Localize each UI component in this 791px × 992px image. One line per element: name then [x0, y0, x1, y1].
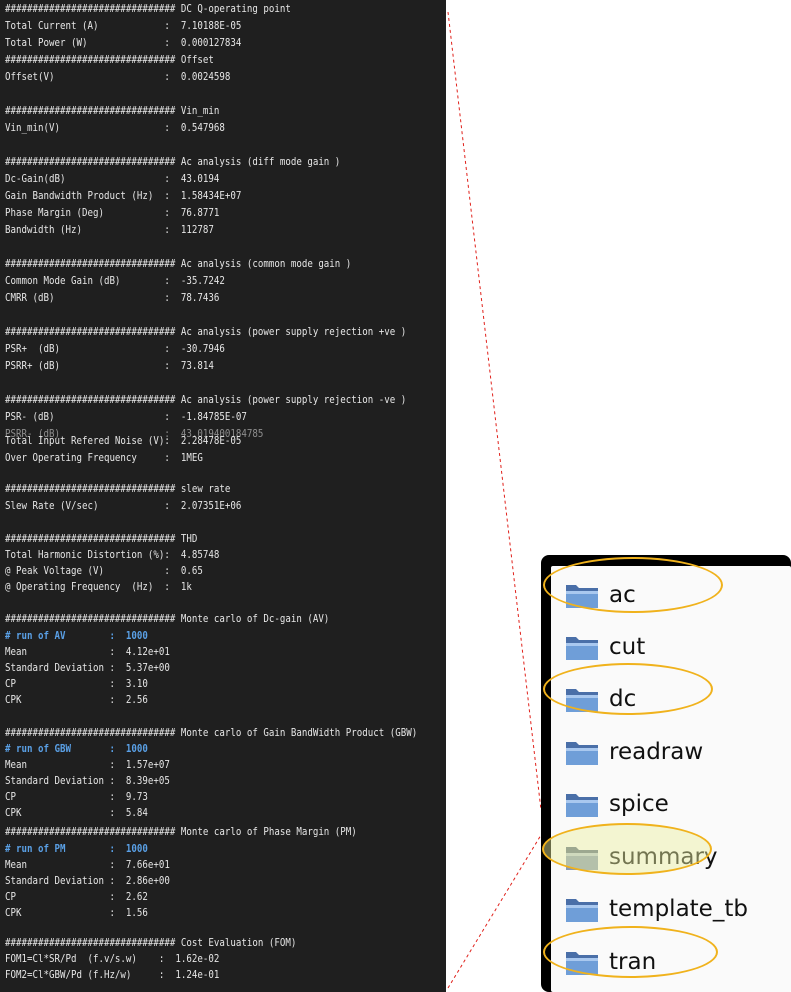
section-header: ############################### Offset — [5, 53, 214, 66]
result-line: CMRR (dB) : 78.7436 — [5, 291, 220, 304]
result-line: Vin_min(V) : 0.547968 — [5, 121, 225, 134]
result-line: CP : 2.62 — [5, 890, 148, 903]
result-line: Mean : 4.12e+01 — [5, 645, 170, 658]
folder-item-readraw[interactable]: readraw — [565, 735, 703, 769]
result-line: PSR- (dB) : -1.84785E-07 — [5, 410, 247, 423]
result-line: Mean : 7.66e+01 — [5, 858, 170, 871]
result-line: # run of PM : 1000 — [5, 842, 148, 855]
folder-label: ac — [609, 582, 636, 608]
result-line: Total Harmonic Distortion (%): 4.85748 — [5, 548, 220, 561]
section-header: ############################### Monte ca… — [5, 726, 418, 739]
section-header: ############################### Ac analy… — [5, 393, 407, 406]
result-line: Standard Deviation : 8.39e+05 — [5, 774, 170, 787]
result-line: @ Peak Voltage (V) : 0.65 — [5, 564, 203, 577]
result-line: PSR+ (dB) : -30.7946 — [5, 342, 225, 355]
section-header: ############################### Ac analy… — [5, 155, 341, 168]
section-header: ############################### Monte ca… — [5, 612, 330, 625]
result-line: # run of GBW : 1000 — [5, 742, 148, 755]
result-line: CPK : 2.56 — [5, 693, 148, 706]
folder-icon — [565, 947, 599, 977]
folder-icon — [565, 737, 599, 767]
folder-item-tran[interactable]: tran — [565, 945, 656, 979]
terminal-output: ############################### DC Q-ope… — [0, 0, 446, 992]
section-header: ############################### Monte ca… — [5, 825, 357, 838]
folder-icon — [565, 580, 599, 610]
folder-label: template_tb — [609, 896, 748, 922]
result-line: Total Current (A) : 7.10188E-05 — [5, 19, 242, 32]
folder-item-ac[interactable]: ac — [565, 578, 636, 612]
section-header: ############################### Vin_min — [5, 104, 220, 117]
folder-item-spice[interactable]: spice — [565, 787, 669, 821]
result-line: CP : 9.73 — [5, 790, 148, 803]
result-line: PSRR+ (dB) : 73.814 — [5, 359, 214, 372]
result-line: Standard Deviation : 2.86e+00 — [5, 874, 170, 887]
section-header: ############################### Cost Eva… — [5, 936, 297, 949]
result-line: Offset(V) : 0.0024598 — [5, 70, 231, 83]
result-line: CPK : 1.56 — [5, 906, 148, 919]
result-line: Bandwidth (Hz) : 112787 — [5, 223, 214, 236]
section-header: ############################### Ac analy… — [5, 257, 352, 270]
folder-label: spice — [609, 791, 669, 817]
folder-list: ac cut dc readraw spice summary template_tbtra… — [542, 557, 791, 992]
folder-label: cut — [609, 634, 646, 660]
result-line: Mean : 1.57e+07 — [5, 758, 170, 771]
result-line: Gain Bandwidth Product (Hz) : 1.58434E+0… — [5, 189, 242, 202]
folder-label: dc — [609, 686, 637, 712]
folder-icon — [565, 632, 599, 662]
folder-label: readraw — [609, 739, 704, 765]
result-line: Over Operating Frequency : 1MEG — [5, 451, 203, 464]
result-line: @ Operating Frequency (Hz) : 1k — [5, 580, 192, 593]
result-line: Phase Margin (Deg) : 76.8771 — [5, 206, 220, 219]
section-header: ############################### DC Q-ope… — [5, 2, 291, 15]
section-header: ############################### Ac analy… — [5, 325, 407, 338]
folder-icon — [565, 894, 599, 924]
result-line: Slew Rate (V/sec) : 2.07351E+06 — [5, 499, 242, 512]
folder-label: tran — [609, 949, 657, 975]
result-line: CPK : 5.84 — [5, 806, 148, 819]
result-line: Dc-Gain(dB) : 43.0194 — [5, 172, 220, 185]
result-line: Total Input Refered Noise (V): 2.28478E-… — [5, 434, 242, 447]
folder-item-dc[interactable]: dc — [565, 682, 636, 716]
result-line: CP : 3.10 — [5, 677, 148, 690]
folder-item-template-tb[interactable]: template_tb — [565, 892, 748, 926]
result-line: # run of AV : 1000 — [5, 629, 148, 642]
result-line: FOM1=Cl*SR/Pd (f.v/s.w) : 1.62e-02 — [5, 952, 220, 965]
result-line: Total Power (W) : 0.000127834 — [5, 36, 242, 49]
folder-icon — [565, 789, 599, 819]
folder-label: summary — [609, 844, 718, 870]
folder-item-cut[interactable]: cut — [565, 630, 645, 664]
folder-item-summary[interactable]: summary — [565, 840, 718, 874]
section-header: ############################### slew rat… — [5, 482, 231, 495]
folder-icon — [565, 684, 599, 714]
section-header: ############################### THD — [5, 532, 198, 545]
result-line: Standard Deviation : 5.37e+00 — [5, 661, 170, 674]
folder-list-panel: ac cut dc readraw spice summary template_tbtra… — [541, 555, 791, 992]
folder-icon — [565, 842, 599, 872]
result-line: Common Mode Gain (dB) : -35.7242 — [5, 274, 225, 287]
result-line: FOM2=Cl*GBW/Pd (f.Hz/w) : 1.24e-01 — [5, 968, 220, 981]
